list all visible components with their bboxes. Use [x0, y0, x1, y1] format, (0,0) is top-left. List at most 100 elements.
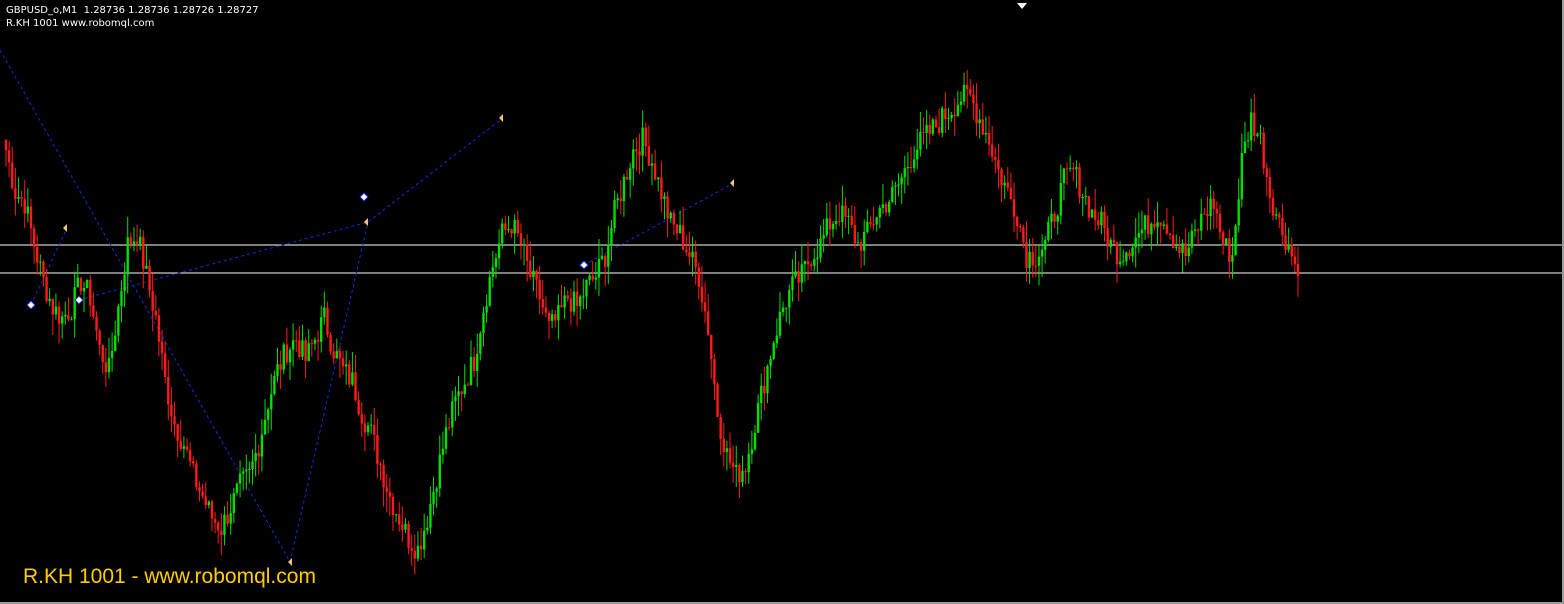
- candle-body: [856, 242, 860, 244]
- bull-candle: [1047, 216, 1050, 243]
- bear-candle: [675, 224, 679, 241]
- bear-candle: [1012, 182, 1016, 233]
- bear-candle: [672, 209, 676, 236]
- candle-body: [1140, 229, 1144, 234]
- bear-candle: [716, 382, 719, 418]
- candle-body: [1296, 264, 1300, 276]
- price-chart[interactable]: [0, 0, 1564, 604]
- bear-candle: [1103, 205, 1106, 242]
- candle-body: [14, 188, 17, 199]
- candle-body: [7, 150, 11, 163]
- bear-candle: [376, 418, 379, 479]
- bull-candle: [747, 442, 750, 484]
- candle-body: [70, 319, 73, 321]
- candle-body: [1125, 252, 1128, 262]
- candle-body: [544, 307, 548, 313]
- candle-body: [232, 493, 236, 514]
- bear-candle: [363, 414, 367, 452]
- candle-body: [95, 316, 98, 331]
- bear-candle: [279, 350, 282, 389]
- candle-body: [969, 89, 972, 95]
- candle-body: [937, 127, 941, 133]
- bear-candle: [763, 366, 766, 411]
- candle-body: [223, 514, 226, 535]
- candle-body: [1215, 208, 1219, 214]
- bull-candle: [825, 202, 828, 238]
- bear-candle: [965, 70, 969, 109]
- bear-candle: [179, 419, 182, 452]
- candle-body: [607, 244, 610, 267]
- candle-body: [64, 314, 67, 317]
- bear-candle: [101, 344, 104, 375]
- candle-body: [341, 358, 345, 367]
- candle-body: [39, 261, 42, 263]
- candle-body: [947, 118, 950, 120]
- candle-body: [276, 364, 279, 377]
- candle-body: [369, 424, 373, 426]
- candle-body: [451, 401, 454, 428]
- candle-body: [114, 335, 117, 351]
- bear-candle: [1278, 211, 1281, 228]
- bear-candle: [391, 492, 395, 531]
- triangle-down-icon[interactable]: [1017, 3, 1027, 9]
- candle-body: [1031, 251, 1034, 266]
- candle-body: [126, 237, 129, 275]
- candle-body: [1022, 227, 1025, 243]
- candle-body: [491, 267, 495, 277]
- bear-candle: [554, 309, 557, 328]
- candle-body: [625, 176, 629, 180]
- candle-body: [806, 261, 810, 265]
- bull-candle: [978, 109, 981, 139]
- bear-candle: [304, 337, 307, 379]
- candle-body: [1062, 168, 1066, 184]
- candle-body: [1143, 215, 1147, 230]
- candle-body: [335, 351, 339, 359]
- bear-candle: [516, 210, 520, 237]
- bear-candle: [1212, 191, 1215, 230]
- bull-candle: [132, 227, 136, 252]
- bull-candle: [925, 110, 928, 149]
- candle-body: [1231, 255, 1234, 262]
- bear-candle: [295, 330, 298, 352]
- bull-candle: [491, 250, 495, 288]
- candle-body: [1147, 215, 1150, 235]
- candle-body: [323, 307, 326, 318]
- bull-candle: [1059, 164, 1063, 225]
- bear-candle: [1087, 195, 1091, 222]
- candle-body: [488, 276, 491, 306]
- candle-body: [791, 276, 794, 291]
- candle-body: [1249, 112, 1253, 141]
- candle-body: [360, 414, 363, 424]
- bull-candle: [416, 531, 420, 562]
- bull-candle: [834, 204, 838, 230]
- bull-candle: [1246, 131, 1250, 148]
- bear-candle: [990, 125, 994, 162]
- bull-candle: [1125, 251, 1128, 266]
- bear-candle: [653, 149, 657, 181]
- candle-body: [1109, 239, 1112, 247]
- bear-candle: [547, 310, 551, 340]
- candle-body: [1293, 256, 1297, 265]
- bull-candle: [1037, 244, 1041, 286]
- bull-candle: [1256, 132, 1259, 138]
- candle-body: [438, 454, 441, 489]
- bull-candle: [251, 449, 254, 485]
- bull-candle: [1040, 234, 1044, 278]
- bull-candle: [1274, 207, 1278, 220]
- bear-candle: [1196, 228, 1200, 245]
- chart-window[interactable]: GBPUSD_o,M1 1.28736 1.28736 1.28726 1.28…: [0, 0, 1564, 604]
- bull-candle: [678, 210, 682, 234]
- candle-body: [650, 163, 654, 166]
- candle-body: [959, 101, 963, 105]
- candle-body: [710, 335, 713, 360]
- candle-body: [703, 302, 707, 312]
- bear-candle: [710, 334, 713, 379]
- zigzag-segment-4: [30, 227, 68, 306]
- bull-candle: [344, 350, 348, 385]
- candle-body: [1103, 211, 1106, 228]
- candle-body: [298, 340, 301, 357]
- bull-candle: [1068, 155, 1072, 172]
- bull-candle: [691, 236, 694, 277]
- bear-candle: [148, 259, 151, 298]
- bear-candle: [928, 114, 931, 145]
